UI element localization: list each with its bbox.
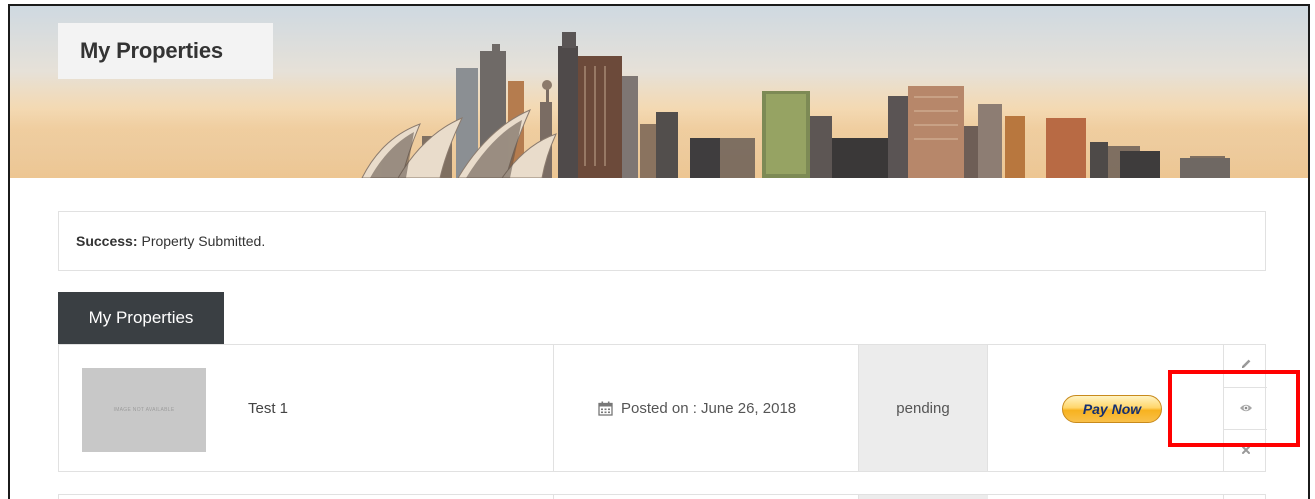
- table-row: [58, 494, 1266, 499]
- posted-date-cell: Posted on : June 26, 2018: [553, 345, 858, 471]
- alert-label: Success:: [76, 233, 138, 249]
- status-cell-bg: [858, 495, 988, 499]
- thumbnail-placeholder-text: IMAGE NOT AVAILABLE: [113, 407, 175, 413]
- page-frame: My Properties Success: Property Submitte…: [8, 4, 1310, 499]
- calendar-icon: [598, 401, 613, 416]
- pay-now-button[interactable]: Pay Now: [1062, 395, 1162, 423]
- status-badge: pending: [896, 399, 950, 417]
- property-name-link[interactable]: Test 1: [248, 400, 288, 417]
- property-thumbnail[interactable]: IMAGE NOT AVAILABLE: [82, 368, 206, 452]
- alert-message: Property Submitted.: [141, 233, 266, 249]
- status-cell: pending: [858, 345, 987, 471]
- row-divider: [553, 495, 554, 499]
- table-row: IMAGE NOT AVAILABLE Test 1 Posted on : J…: [58, 344, 1267, 472]
- posted-date-text: Posted on : June 26, 2018: [621, 399, 797, 417]
- success-alert: Success: Property Submitted.: [58, 211, 1266, 271]
- header-banner: My Properties: [10, 6, 1308, 178]
- page-title: My Properties: [58, 23, 273, 79]
- row-divider: [1223, 495, 1224, 499]
- highlight-box: [1168, 370, 1300, 447]
- property-name-cell: IMAGE NOT AVAILABLE Test 1: [59, 345, 553, 471]
- tab-my-properties[interactable]: My Properties: [58, 292, 224, 344]
